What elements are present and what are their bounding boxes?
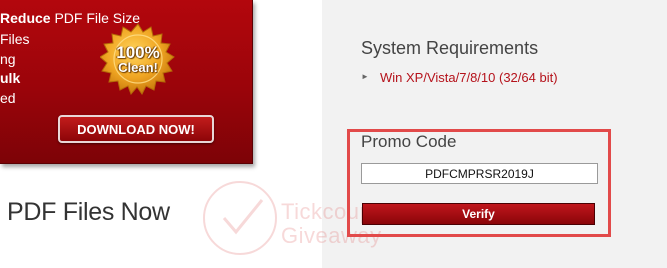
seal-label: 100% Clean! bbox=[116, 43, 160, 75]
verify-button[interactable]: Verify bbox=[362, 203, 595, 225]
feature-ed: ed bbox=[0, 90, 16, 106]
promo-code-input[interactable] bbox=[361, 163, 598, 184]
feature-files: Files bbox=[0, 31, 30, 47]
bullet-arrow-icon: ► bbox=[361, 72, 369, 81]
promo-banner: Reduce PDF File Size Files ng ulk ed 100… bbox=[0, 0, 253, 164]
feature-bulk: ulk bbox=[0, 70, 21, 86]
tickcoupon-watermark-logo bbox=[203, 181, 277, 255]
page-heading: PDF Files Now bbox=[7, 198, 170, 226]
feature-ng: ng bbox=[0, 51, 16, 67]
promo-code-title: Promo Code bbox=[361, 132, 457, 151]
system-requirements-item[interactable]: Win XP/Vista/7/8/10 (32/64 bit) bbox=[380, 70, 558, 85]
system-requirements-title: System Requirements bbox=[361, 38, 539, 58]
download-now-button[interactable]: DOWNLOAD NOW! bbox=[58, 115, 214, 143]
